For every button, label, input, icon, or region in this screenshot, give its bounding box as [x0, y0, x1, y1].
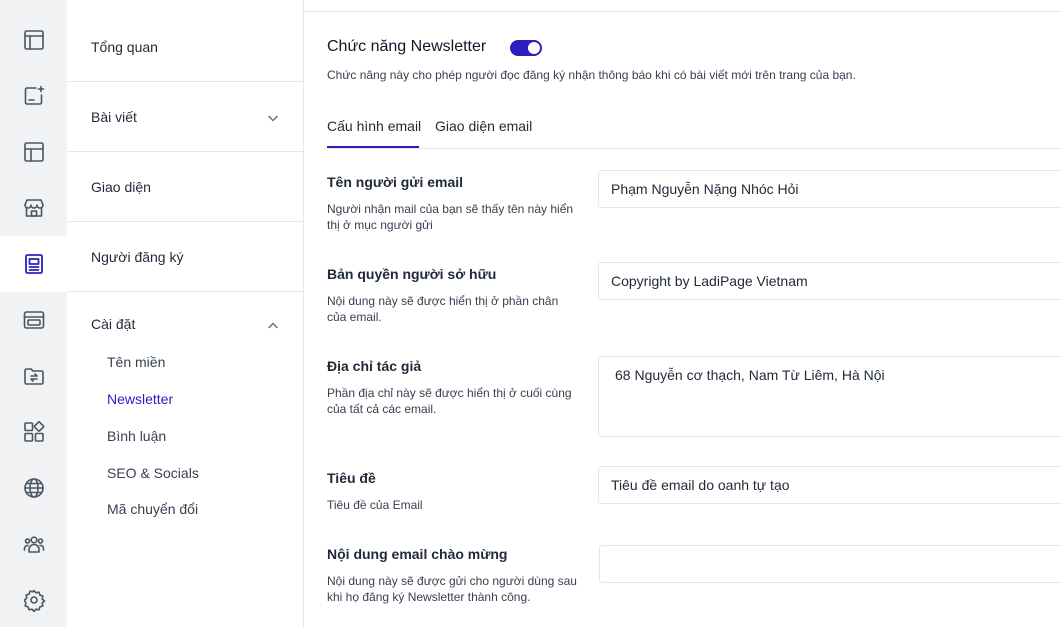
tab-email-config[interactable]: Cấu hình email — [327, 118, 421, 134]
sub-item-comments[interactable]: Bình luận — [107, 428, 166, 444]
page-description: Chức năng này cho phép người đọc đăng ký… — [327, 68, 856, 82]
secondary-nav: Tổng quan Bài viết Giao diện Người đăng … — [67, 0, 304, 627]
rail-item-new-post[interactable] — [0, 68, 67, 124]
apps-icon — [23, 421, 44, 442]
rail-item-settings[interactable] — [0, 572, 67, 627]
tab-email-appearance[interactable]: Giao diện email — [435, 118, 532, 134]
store-icon — [23, 199, 44, 217]
nav-item-overview[interactable]: Tổng quan — [67, 12, 303, 82]
layout-icon — [23, 142, 44, 162]
rail-item-blog[interactable] — [0, 236, 67, 292]
subject-help: Tiêu đề của Email — [327, 498, 423, 512]
rail-item-globe[interactable] — [0, 460, 67, 516]
page-title: Chức năng Newsletter — [327, 38, 487, 55]
sender-name-help: Người nhận mail của bạn sẽ thấy tên này … — [327, 202, 574, 232]
copyright-help: Nội dung này sẽ được hiển thị ở phần châ… — [327, 294, 559, 324]
chevron-up-icon[interactable] — [267, 319, 279, 331]
author-address-help: Phần địa chỉ này sẽ được hiển thị ở cuối… — [327, 386, 572, 416]
welcome-content-help: Nội dung này sẽ được gửi cho người dùng … — [327, 574, 577, 604]
nav-group-settings[interactable]: Cài đặt — [91, 316, 135, 332]
sub-item-domain[interactable]: Tên miền — [107, 354, 165, 370]
welcome-content-input[interactable] — [599, 545, 1062, 583]
nav-item-overview-label: Tổng quan — [91, 38, 158, 55]
copyright-label: Bản quyền người sở hữu — [327, 266, 497, 282]
copyright-input[interactable]: Copyright by LadiPage Vietnam — [598, 262, 1062, 300]
rail-item-layout[interactable] — [0, 124, 67, 180]
folder-sync-icon — [23, 368, 44, 385]
nav-item-appearance-label: Giao diện — [91, 178, 151, 195]
chevron-down-icon — [267, 111, 279, 123]
sender-name-input[interactable]: Phạm Nguyễn Nặng Nhóc Hỏi — [598, 170, 1062, 208]
settings-icon — [23, 589, 45, 612]
subject-input[interactable]: Tiêu đề email do oanh tự tạo — [598, 466, 1062, 504]
sender-name-label: Tên người gửi email — [327, 174, 464, 190]
toggle-knob — [528, 42, 540, 54]
rail-item-dashboard[interactable] — [0, 12, 67, 68]
rail-item-apps[interactable] — [0, 404, 67, 460]
users-icon — [23, 536, 44, 553]
welcome-content-label: Nội dung email chào mừng — [327, 546, 508, 562]
sub-item-newsletter[interactable]: Newsletter — [107, 391, 173, 407]
nav-item-posts[interactable]: Bài viết — [67, 82, 303, 152]
nav-item-posts-label: Bài viết — [91, 108, 137, 125]
rail-item-store[interactable] — [0, 180, 67, 236]
nav-item-appearance[interactable]: Giao diện — [67, 152, 303, 222]
icon-rail — [0, 0, 67, 627]
main-content: Chức năng Newsletter Chức năng này cho p… — [304, 0, 1062, 627]
globe-icon — [23, 478, 44, 498]
author-address-textarea[interactable]: 68 Nguyễn cơ thạch, Nam Từ Liêm, Hà Nội — [598, 356, 1062, 437]
browser-icon — [23, 311, 44, 329]
sub-item-conversion-code[interactable]: Mã chuyển đổi — [107, 501, 198, 517]
rail-item-users[interactable] — [0, 516, 67, 572]
author-address-label: Địa chỉ tác giả — [327, 358, 422, 374]
top-divider — [304, 11, 1062, 12]
dashboard-icon — [23, 30, 44, 50]
nav-item-subscribers[interactable]: Người đăng ký — [67, 222, 303, 292]
nav-item-subscribers-label: Người đăng ký — [91, 248, 184, 265]
new-post-icon — [24, 85, 44, 105]
sub-item-seo-socials[interactable]: SEO & Socials — [107, 465, 199, 481]
subject-label: Tiêu đề — [327, 470, 376, 486]
rail-item-folder-sync[interactable] — [0, 348, 67, 404]
tab-bar: Cấu hình email Giao diện email — [327, 112, 1062, 149]
active-tab-indicator — [327, 146, 419, 148]
blog-icon — [24, 254, 43, 274]
rail-item-browser[interactable] — [0, 292, 67, 348]
newsletter-toggle[interactable] — [510, 40, 542, 56]
